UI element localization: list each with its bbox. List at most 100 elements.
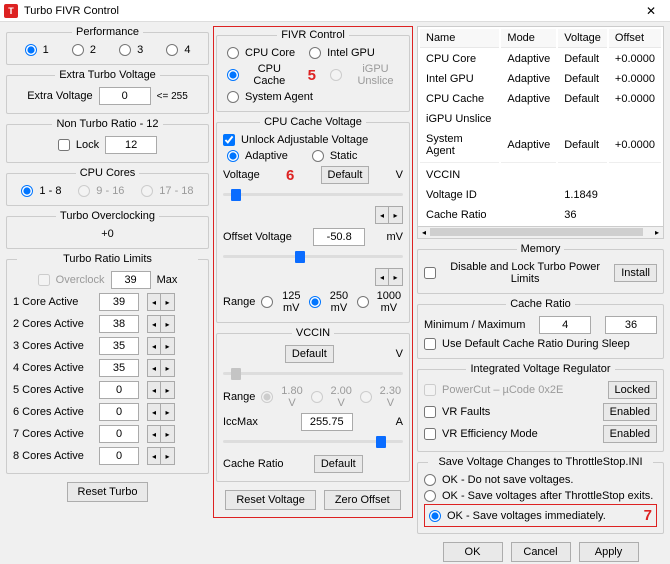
cancel-button[interactable]: Cancel <box>511 542 571 562</box>
trl-label: 2 Cores Active <box>13 318 91 330</box>
range-label: Range <box>223 296 255 308</box>
trl-value[interactable]: 35 <box>99 337 139 355</box>
fivr-intel-gpu[interactable]: Intel GPU <box>309 47 375 59</box>
cache-ratio-label-2: Cache Ratio <box>223 458 284 470</box>
disable-lock-tpl[interactable]: Disable and Lock Turbo Power Limits <box>424 261 608 285</box>
table-hscroll[interactable]: ◂ ▸ <box>417 227 664 239</box>
cores-17-18: 17 - 18 <box>141 185 193 197</box>
table-row[interactable]: iGPU Unslice <box>420 110 661 128</box>
vccin-unit: V <box>396 348 403 360</box>
trl-value[interactable]: 0 <box>99 447 139 465</box>
trl-value[interactable]: 0 <box>99 403 139 421</box>
reset-turbo-button[interactable]: Reset Turbo <box>67 482 149 502</box>
close-button[interactable]: ✕ <box>636 1 666 21</box>
trl-label: 6 Cores Active <box>13 406 91 418</box>
cache-ratio-min[interactable]: 4 <box>539 316 591 334</box>
offset-voltage-value[interactable]: -50.8 <box>313 228 365 246</box>
non-turbo-value[interactable]: 12 <box>105 136 157 154</box>
cache-ratio-default-button[interactable]: Default <box>314 455 363 473</box>
vccin-range-label: Range <box>223 391 255 403</box>
performance-legend: Performance <box>72 26 143 38</box>
save-opt-donot[interactable]: OK - Do not save voltages. <box>424 474 573 486</box>
mode-static[interactable]: Static <box>312 150 358 162</box>
offset-voltage-slider[interactable] <box>223 250 403 262</box>
range-1000[interactable]: 1000 mV <box>357 290 403 314</box>
install-button[interactable]: Install <box>614 264 657 282</box>
trl-spin[interactable]: ◂▸ <box>147 337 175 355</box>
reset-voltage-button[interactable]: Reset Voltage <box>225 490 316 510</box>
vr-efficiency-checkbox[interactable]: VR Efficiency Mode <box>424 428 538 440</box>
table-row[interactable]: Intel GPUAdaptiveDefault+0.0000 <box>420 70 661 88</box>
offset-voltage-unit: mV <box>387 231 404 243</box>
trl-value[interactable]: 38 <box>99 315 139 333</box>
perf-opt-1[interactable]: 1 <box>25 44 49 56</box>
iccmax-slider[interactable] <box>223 435 403 447</box>
trl-value[interactable]: 0 <box>99 381 139 399</box>
vccin-default-button[interactable]: Default <box>285 345 334 363</box>
overclock-max: Max <box>157 274 178 286</box>
trl-label: 5 Cores Active <box>13 384 91 396</box>
vr-faults-button[interactable]: Enabled <box>603 403 657 421</box>
powercut-locked-button[interactable]: Locked <box>608 381 657 399</box>
vr-faults-checkbox[interactable]: VR Faults <box>424 406 490 418</box>
trl-spin[interactable]: ◂▸ <box>147 315 175 333</box>
scroll-left-icon[interactable]: ◂ <box>418 227 430 237</box>
apply-button[interactable]: Apply <box>579 542 639 562</box>
vr-efficiency-button[interactable]: Enabled <box>603 425 657 443</box>
lock-checkbox[interactable]: Lock <box>58 139 99 151</box>
fivr-igpu-unslice: iGPU Unslice <box>330 63 403 87</box>
cache-ratio-group: Cache Ratio Minimum / Maximum 4 36 Use D… <box>417 298 664 359</box>
vccin-range-200: 2.00 V <box>311 385 354 409</box>
unlock-adjustable-voltage[interactable]: Unlock Adjustable Voltage <box>223 134 368 146</box>
vccin-range-180: 1.80 V <box>261 385 304 409</box>
table-row[interactable]: CPU CacheAdaptiveDefault+0.0000 <box>420 90 661 108</box>
trl-spin[interactable]: ◂▸ <box>147 403 175 421</box>
cache-ratio-sleep[interactable]: Use Default Cache Ratio During Sleep <box>424 338 630 350</box>
fivr-cpu-core[interactable]: CPU Core <box>227 47 295 59</box>
perf-opt-2[interactable]: 2 <box>72 44 96 56</box>
trl-label: 7 Cores Active <box>13 428 91 440</box>
fivr-system-agent[interactable]: System Agent <box>227 91 313 103</box>
iccmax-value[interactable]: 255.75 <box>301 413 353 431</box>
extra-voltage-hint: <= 255 <box>157 91 188 102</box>
trl-spin[interactable]: ◂▸ <box>147 293 175 311</box>
table-row[interactable]: System AgentAdaptiveDefault+0.0000 <box>420 130 661 160</box>
vccin-range-230: 2.30 V <box>360 385 403 409</box>
extra-voltage-value[interactable]: 0 <box>99 87 151 105</box>
table-row[interactable]: VCCIN <box>420 162 661 184</box>
trl-value[interactable]: 35 <box>99 359 139 377</box>
vccin-group: VCCIN Default V Range 1.80 V 2.00 V 2.30… <box>216 327 410 482</box>
table-row[interactable]: Cache Ratio36 <box>420 206 661 224</box>
trl-value[interactable]: 0 <box>99 425 139 443</box>
zero-offset-button[interactable]: Zero Offset <box>324 490 401 510</box>
offset-spin[interactable]: ◂▸ <box>375 268 403 286</box>
trl-label: 4 Cores Active <box>13 362 91 374</box>
range-250[interactable]: 250 mV <box>309 290 351 314</box>
cache-ratio-max[interactable]: 36 <box>605 316 657 334</box>
mode-adaptive[interactable]: Adaptive <box>227 150 288 162</box>
save-opt-after[interactable]: OK - Save voltages after ThrottleStop ex… <box>424 490 653 502</box>
ok-button[interactable]: OK <box>443 542 503 562</box>
toc-value: +0 <box>101 228 114 240</box>
trl-spin[interactable]: ◂▸ <box>147 381 175 399</box>
perf-opt-4[interactable]: 4 <box>166 44 190 56</box>
cores-1-8[interactable]: 1 - 8 <box>21 185 61 197</box>
save-opt-immediate[interactable]: OK - Save voltages immediately. <box>429 510 606 522</box>
fivr-cpu-cache[interactable]: CPU Cache <box>227 63 294 87</box>
range-125[interactable]: 125 mV <box>261 290 303 314</box>
trl-spin[interactable]: ◂▸ <box>147 425 175 443</box>
turbo-ratio-limits-group: Turbo Ratio Limits Overclock 39 Max 1 Co… <box>6 253 209 474</box>
trl-value[interactable]: 39 <box>99 293 139 311</box>
save-voltage-group: Save Voltage Changes to ThrottleStop.INI… <box>417 456 664 534</box>
trl-spin[interactable]: ◂▸ <box>147 359 175 377</box>
table-row[interactable]: CPU CoreAdaptiveDefault+0.0000 <box>420 50 661 68</box>
cache-ratio-minmax-label: Minimum / Maximum <box>424 319 525 331</box>
voltage-spin[interactable]: ◂▸ <box>375 206 403 224</box>
table-row[interactable]: Voltage ID1.1849 <box>420 186 661 204</box>
voltage-slider[interactable] <box>223 188 403 200</box>
scroll-right-icon[interactable]: ▸ <box>651 227 663 237</box>
trl-spin[interactable]: ◂▸ <box>147 447 175 465</box>
perf-opt-3[interactable]: 3 <box>119 44 143 56</box>
overclock-multi[interactable]: 39 <box>111 271 151 289</box>
voltage-default-button[interactable]: Default <box>321 166 370 184</box>
